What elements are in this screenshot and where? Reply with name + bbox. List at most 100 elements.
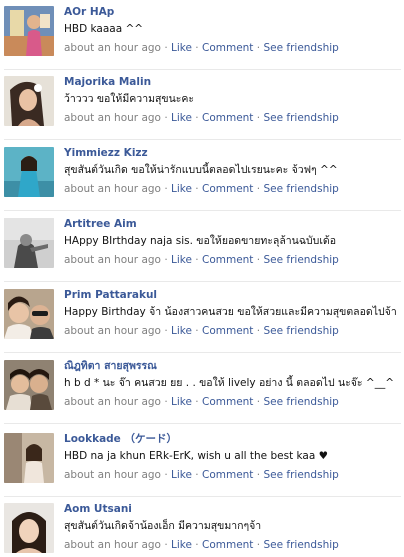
avatar[interactable] (4, 76, 54, 126)
author-name-link[interactable]: AOr HAp (64, 5, 400, 20)
avatar[interactable] (4, 289, 54, 339)
comment-link[interactable]: Comment (202, 396, 253, 408)
separator: · (256, 183, 261, 195)
post-message: HAppy BIrthday naja sis. ขอให้ยอดขายทะลุ… (64, 235, 337, 247)
author-name-link[interactable]: Yimmiezz Kizz (64, 146, 400, 161)
post-timestamp: about an hour ago (64, 112, 161, 124)
post-meta: about an hour ago · Like · Comment · See… (64, 39, 400, 58)
author-name-link[interactable]: Lookkade （ケード） (64, 432, 400, 447)
post-message: สุขสันต์วันเกิดจ้าน้องเอ็ก มีความสุขมากๆ… (64, 520, 262, 532)
separator: · (195, 396, 199, 408)
see-friendship-link[interactable]: See friendship (263, 112, 338, 124)
see-friendship-link[interactable]: See friendship (263, 539, 338, 551)
wall-post: ณิฎทิตา สายสุพรรณ h b d * นะ จ๊า คนสวย ย… (0, 354, 404, 424)
avatar[interactable] (4, 147, 54, 197)
like-link[interactable]: Like (171, 469, 192, 481)
profile-photo-icon (4, 147, 54, 197)
separator: · (256, 396, 261, 408)
comment-link[interactable]: Comment (202, 254, 253, 266)
wall-post: Artitree Aim HAppy BIrthday naja sis. ขอ… (0, 212, 404, 282)
separator: · (195, 539, 199, 551)
post-divider (4, 423, 401, 424)
post-meta: about an hour ago · Like · Comment · See… (64, 109, 400, 128)
post-meta: about an hour ago · Like · Comment · See… (64, 180, 400, 199)
author-name-link[interactable]: Majorika Malin (64, 75, 400, 90)
see-friendship-link[interactable]: See friendship (263, 183, 338, 195)
wall-post: Lookkade （ケード） HBD na ja khun ERk-ErK, w… (0, 427, 404, 497)
post-message: สุขสันต์วันเกิด ขอให้น่ารักแบบนี้ตลอดไปเ… (64, 164, 338, 176)
like-link[interactable]: Like (171, 112, 192, 124)
post-divider (4, 210, 401, 211)
see-friendship-link[interactable]: See friendship (263, 42, 338, 54)
comment-link[interactable]: Comment (202, 112, 253, 124)
separator: · (164, 254, 168, 266)
post-timestamp: about an hour ago (64, 325, 161, 337)
post-meta: about an hour ago · Like · Comment · See… (64, 536, 400, 555)
wall-post: Majorika Malin ว้าววว ขอให้มีความสุขนะคะ… (0, 70, 404, 140)
comment-link[interactable]: Comment (202, 469, 253, 481)
like-link[interactable]: Like (171, 254, 192, 266)
see-friendship-link[interactable]: See friendship (263, 325, 338, 337)
like-link[interactable]: Like (171, 396, 192, 408)
see-friendship-link[interactable]: See friendship (263, 469, 338, 481)
like-link[interactable]: Like (171, 539, 192, 551)
like-link[interactable]: Like (171, 325, 192, 337)
see-friendship-link[interactable]: See friendship (263, 254, 338, 266)
separator: · (256, 325, 261, 337)
separator: · (256, 254, 261, 266)
post-meta: about an hour ago · Like · Comment · See… (64, 393, 400, 412)
like-link[interactable]: Like (171, 183, 192, 195)
separator: · (164, 42, 168, 54)
separator: · (195, 325, 199, 337)
author-name-link[interactable]: Prim Pattarakul (64, 288, 400, 303)
post-divider (4, 352, 401, 353)
post-meta: about an hour ago · Like · Comment · See… (64, 251, 400, 270)
post-meta: about an hour ago · Like · Comment · See… (64, 322, 400, 341)
post-timestamp: about an hour ago (64, 539, 161, 551)
separator: · (164, 183, 168, 195)
separator: · (256, 42, 261, 54)
separator: · (164, 539, 168, 551)
see-friendship-link[interactable]: See friendship (263, 396, 338, 408)
avatar[interactable] (4, 6, 54, 56)
comment-link[interactable]: Comment (202, 183, 253, 195)
separator: · (256, 469, 261, 481)
post-divider (4, 281, 401, 282)
separator: · (164, 112, 168, 124)
profile-photo-icon (4, 289, 54, 339)
comment-link[interactable]: Comment (202, 325, 253, 337)
separator: · (164, 325, 168, 337)
separator: · (195, 112, 199, 124)
post-message: HBD kaaaa ^^ (64, 23, 144, 35)
post-message: ว้าววว ขอให้มีความสุขนะคะ (64, 93, 195, 105)
post-timestamp: about an hour ago (64, 469, 161, 481)
separator: · (195, 42, 199, 54)
comment-link[interactable]: Comment (202, 42, 253, 54)
profile-photo-icon (4, 76, 54, 126)
avatar[interactable] (4, 360, 54, 410)
post-timestamp: about an hour ago (64, 254, 161, 266)
like-link[interactable]: Like (171, 42, 192, 54)
post-message: h b d * นะ จ๊า คนสวย ยย . . ขอให้ lively… (64, 377, 395, 389)
post-meta: about an hour ago · Like · Comment · See… (64, 466, 400, 485)
avatar[interactable] (4, 503, 54, 553)
author-name-link[interactable]: Artitree Aim (64, 217, 400, 232)
wall-post: Yimmiezz Kizz สุขสันต์วันเกิด ขอให้น่ารั… (0, 141, 404, 211)
separator: · (195, 469, 199, 481)
profile-photo-icon (4, 433, 54, 483)
author-name-link[interactable]: Aom Utsani (64, 502, 400, 517)
wall-feed: AOr HAp HBD kaaaa ^^ about an hour ago ·… (0, 0, 404, 557)
separator: · (256, 539, 261, 551)
separator: · (256, 112, 261, 124)
comment-link[interactable]: Comment (202, 539, 253, 551)
separator: · (164, 396, 168, 408)
avatar[interactable] (4, 433, 54, 483)
profile-photo-icon (4, 360, 54, 410)
post-timestamp: about an hour ago (64, 396, 161, 408)
profile-photo-icon (4, 6, 54, 56)
post-timestamp: about an hour ago (64, 183, 161, 195)
avatar[interactable] (4, 218, 54, 268)
separator: · (195, 254, 199, 266)
profile-photo-icon (4, 503, 54, 553)
author-name-link[interactable]: ณิฎทิตา สายสุพรรณ (64, 359, 400, 374)
